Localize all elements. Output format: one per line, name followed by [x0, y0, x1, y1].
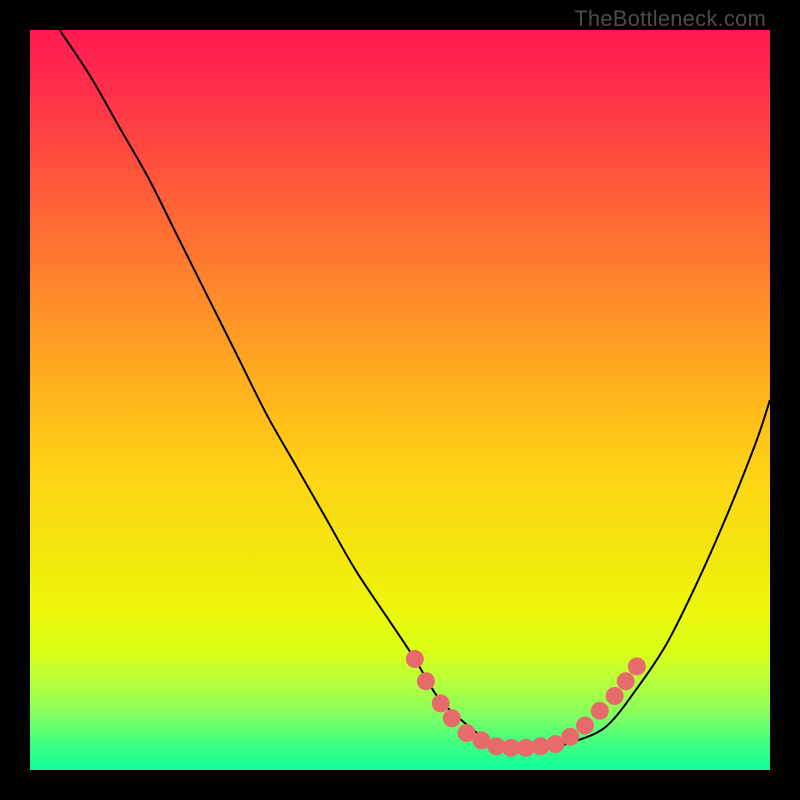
watermark-text: TheBottleneck.com: [574, 6, 766, 32]
highlight-dot: [406, 650, 424, 668]
highlight-dot: [432, 694, 450, 712]
bottleneck-curve: [60, 30, 770, 749]
highlight-dot: [617, 672, 635, 690]
plot-area: [30, 30, 770, 770]
highlight-dot: [591, 702, 609, 720]
chart-frame: TheBottleneck.com: [0, 0, 800, 800]
highlight-dot: [628, 657, 646, 675]
highlight-dot: [576, 717, 594, 735]
highlight-dot: [606, 687, 624, 705]
highlight-dot: [443, 709, 461, 727]
highlight-dot: [561, 728, 579, 746]
highlight-dots: [406, 650, 646, 757]
curve-svg: [30, 30, 770, 770]
highlight-dot: [417, 672, 435, 690]
